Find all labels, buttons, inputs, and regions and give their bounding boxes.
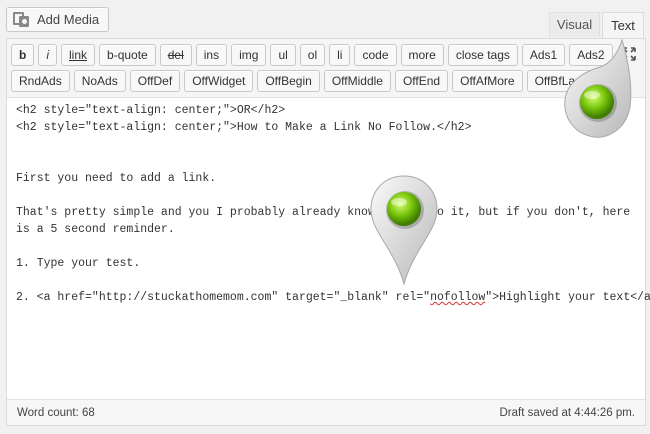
content-line: First you need to add a link.	[16, 172, 217, 185]
quicktags-toolbar: b i link b-quote del ins img ul ol li co…	[7, 39, 645, 98]
content-line: <h2 style="text-align: center;">How to M…	[16, 121, 472, 134]
close-tags-button[interactable]: close tags	[447, 44, 518, 66]
del-button[interactable]: del	[159, 44, 192, 66]
status-bar: Word count: 68 Draft saved at 4:44:26 pm…	[7, 399, 645, 425]
ins-button[interactable]: ins	[195, 44, 228, 66]
tab-visual[interactable]: Visual	[549, 12, 600, 37]
toolbar-row-1: b i link b-quote del ins img ul ol li co…	[11, 44, 613, 66]
content-line: 2. <a href="http://stuckathomemom.com" t…	[16, 291, 650, 304]
text-editor: b i link b-quote del ins img ul ol li co…	[6, 38, 650, 426]
tab-text[interactable]: Text	[602, 12, 644, 39]
offend-button[interactable]: OffEnd	[394, 70, 449, 92]
content-line: That's pretty simple and you I probably …	[16, 206, 631, 236]
add-media-label: Add Media	[37, 12, 100, 27]
map-pin-icon	[564, 38, 632, 138]
offmiddle-button[interactable]: OffMiddle	[323, 70, 391, 92]
toolbar-row-2: RndAds NoAds OffDef OffWidget OffBegin O…	[11, 70, 618, 92]
map-pin-icon	[370, 175, 438, 286]
link-button[interactable]: link	[61, 44, 96, 66]
offdef-button[interactable]: OffDef	[129, 70, 181, 92]
ul-button[interactable]: ul	[270, 44, 296, 66]
spellcheck-word: nofollow	[430, 291, 486, 304]
media-icon	[13, 11, 31, 28]
img-button[interactable]: img	[231, 44, 267, 66]
offafmore-button[interactable]: OffAfMore	[452, 70, 523, 92]
noads-button[interactable]: NoAds	[73, 70, 126, 92]
ol-button[interactable]: ol	[299, 44, 326, 66]
offbegin-button[interactable]: OffBegin	[257, 70, 320, 92]
more-button[interactable]: more	[400, 44, 444, 66]
content-line: 1. Type your test.	[16, 257, 141, 270]
editor-textarea[interactable]: <h2 style="text-align: center;">OR</h2> …	[7, 99, 650, 399]
word-count: Word count: 68	[17, 406, 95, 419]
add-media-button[interactable]: Add Media	[6, 7, 110, 32]
code-button[interactable]: code	[354, 44, 397, 66]
italic-button[interactable]: i	[38, 44, 58, 66]
offwidget-button[interactable]: OffWidget	[184, 70, 254, 92]
content-line: <h2 style="text-align: center;">OR</h2>	[16, 104, 286, 117]
draft-saved-status: Draft saved at 4:44:26 pm.	[499, 406, 635, 419]
bold-button[interactable]: b	[11, 44, 35, 66]
rndads-button[interactable]: RndAds	[11, 70, 70, 92]
li-button[interactable]: li	[329, 44, 351, 66]
ads1-button[interactable]: Ads1	[521, 44, 566, 66]
blockquote-button[interactable]: b-quote	[99, 44, 156, 66]
